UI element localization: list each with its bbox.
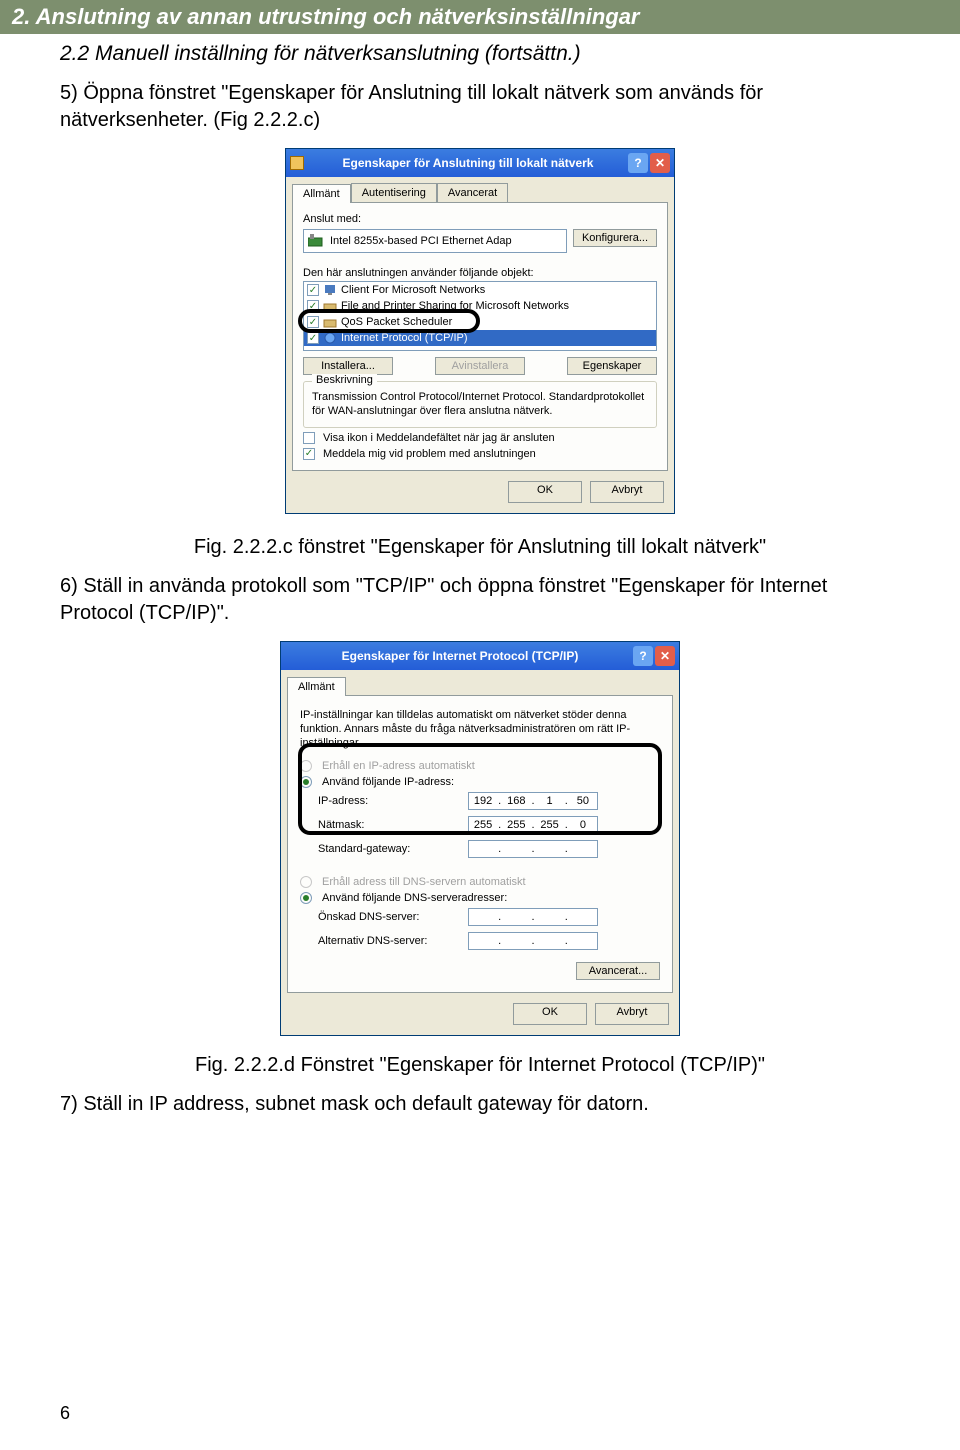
- properties-button[interactable]: Egenskaper: [567, 357, 657, 375]
- advanced-button[interactable]: Avancerat...: [576, 962, 660, 980]
- step-6-text: 6) Ställ in använda protokoll som "TCP/I…: [60, 573, 900, 627]
- list-item-tcpip[interactable]: ✓Internet Protocol (TCP/IP): [304, 330, 656, 346]
- adapter-field: Intel 8255x-based PCI Ethernet Adap: [303, 229, 567, 253]
- connect-with-label: Anslut med:: [303, 213, 657, 225]
- ip-address-label: IP-adress:: [318, 795, 468, 807]
- configure-button[interactable]: Konfigurera...: [573, 229, 657, 247]
- titlebar: Egenskaper för Internet Protocol (TCP/IP…: [281, 642, 679, 670]
- protocol-icon: [323, 331, 337, 345]
- window-title: Egenskaper för Anslutning till lokalt nä…: [310, 156, 626, 170]
- nic-icon: [308, 234, 324, 248]
- intro-text: IP-inställningar kan tilldelas automatis…: [300, 708, 660, 751]
- radio-auto-dns: Erhåll adress till DNS-servern automatis…: [300, 876, 660, 888]
- service-icon: [323, 299, 337, 313]
- tcpip-properties-dialog: Egenskaper för Internet Protocol (TCP/IP…: [280, 641, 680, 1037]
- adapter-name: Intel 8255x-based PCI Ethernet Adap: [330, 235, 512, 247]
- subsection-heading: 2.2 Manuell inställning för nätverksansl…: [60, 42, 900, 66]
- help-icon[interactable]: ?: [628, 153, 648, 173]
- connection-icon: [290, 156, 304, 170]
- radio-manual-dns[interactable]: Använd följande DNS-serveradresser:: [300, 892, 660, 904]
- tabs-row: Allmänt: [281, 670, 679, 695]
- ok-button[interactable]: OK: [513, 1003, 587, 1025]
- list-item[interactable]: ✓QoS Packet Scheduler: [304, 314, 656, 330]
- list-item[interactable]: ✓Client For Microsoft Networks: [304, 282, 656, 298]
- components-listbox[interactable]: ✓Client For Microsoft Networks ✓File and…: [303, 281, 657, 351]
- figure-caption-2: Fig. 2.2.2.d Fönstret "Egenskaper för In…: [60, 1054, 900, 1077]
- window-title: Egenskaper för Internet Protocol (TCP/IP…: [289, 649, 631, 663]
- close-icon[interactable]: ✕: [655, 646, 675, 666]
- page-number: 6: [60, 1403, 70, 1424]
- radio-manual-ip[interactable]: Använd följande IP-adress:: [300, 776, 660, 788]
- subnet-mask-field[interactable]: 255.255.255.0: [468, 816, 598, 834]
- figure-caption-1: Fig. 2.2.2.c fönstret "Egenskaper för An…: [60, 536, 900, 559]
- tabs-row: Allmänt Autentisering Avancerat: [286, 177, 674, 202]
- preferred-dns-label: Önskad DNS-server:: [318, 911, 468, 923]
- checkbox-icon[interactable]: ✓: [307, 316, 319, 328]
- client-icon: [323, 283, 337, 297]
- cancel-button[interactable]: Avbryt: [595, 1003, 669, 1025]
- gateway-field[interactable]: ...: [468, 840, 598, 858]
- gateway-label: Standard-gateway:: [318, 843, 468, 855]
- help-icon[interactable]: ?: [633, 646, 653, 666]
- uses-label: Den här anslutningen använder följande o…: [303, 267, 657, 279]
- list-item[interactable]: ✓File and Printer Sharing for Microsoft …: [304, 298, 656, 314]
- alternate-dns-field[interactable]: ...: [468, 932, 598, 950]
- alternate-dns-label: Alternativ DNS-server:: [318, 935, 468, 947]
- step-5-text: 5) Öppna fönstret "Egenskaper för Anslut…: [60, 80, 900, 134]
- radio-auto-ip[interactable]: Erhåll en IP-adress automatiskt: [300, 760, 660, 772]
- ok-button[interactable]: OK: [508, 481, 582, 503]
- checkbox-icon[interactable]: ✓: [307, 300, 319, 312]
- uninstall-button: Avinstallera: [435, 357, 525, 375]
- notify-checkbox[interactable]: ✓Meddela mig vid problem med anslutninge…: [303, 448, 657, 460]
- section-header: 2. Anslutning av annan utrustning och nä…: [0, 0, 960, 34]
- subnet-mask-label: Nätmask:: [318, 819, 468, 831]
- close-icon[interactable]: ✕: [650, 153, 670, 173]
- description-text: Transmission Control Protocol/Internet P…: [312, 390, 648, 419]
- install-button[interactable]: Installera...: [303, 357, 393, 375]
- tab-advanced[interactable]: Avancerat: [437, 183, 508, 202]
- checkbox-icon[interactable]: ✓: [307, 332, 319, 344]
- qos-icon: [323, 315, 337, 329]
- group-title: Beskrivning: [312, 374, 377, 386]
- preferred-dns-field[interactable]: ...: [468, 908, 598, 926]
- cancel-button[interactable]: Avbryt: [590, 481, 664, 503]
- description-group: Beskrivning Transmission Control Protoco…: [303, 381, 657, 428]
- tab-general[interactable]: Allmänt: [287, 677, 346, 696]
- show-icon-checkbox[interactable]: Visa ikon i Meddelandefältet när jag är …: [303, 432, 657, 444]
- ip-address-field[interactable]: 192.168.1.50: [468, 792, 598, 810]
- tab-authentication[interactable]: Autentisering: [351, 183, 437, 202]
- lan-properties-dialog: Egenskaper för Anslutning till lokalt nä…: [285, 148, 675, 514]
- tab-general[interactable]: Allmänt: [292, 184, 351, 203]
- checkbox-icon[interactable]: ✓: [307, 284, 319, 296]
- section-title: 2. Anslutning av annan utrustning och nä…: [12, 4, 640, 29]
- step-7-text: 7) Ställ in IP address, subnet mask och …: [60, 1091, 900, 1118]
- titlebar: Egenskaper för Anslutning till lokalt nä…: [286, 149, 674, 177]
